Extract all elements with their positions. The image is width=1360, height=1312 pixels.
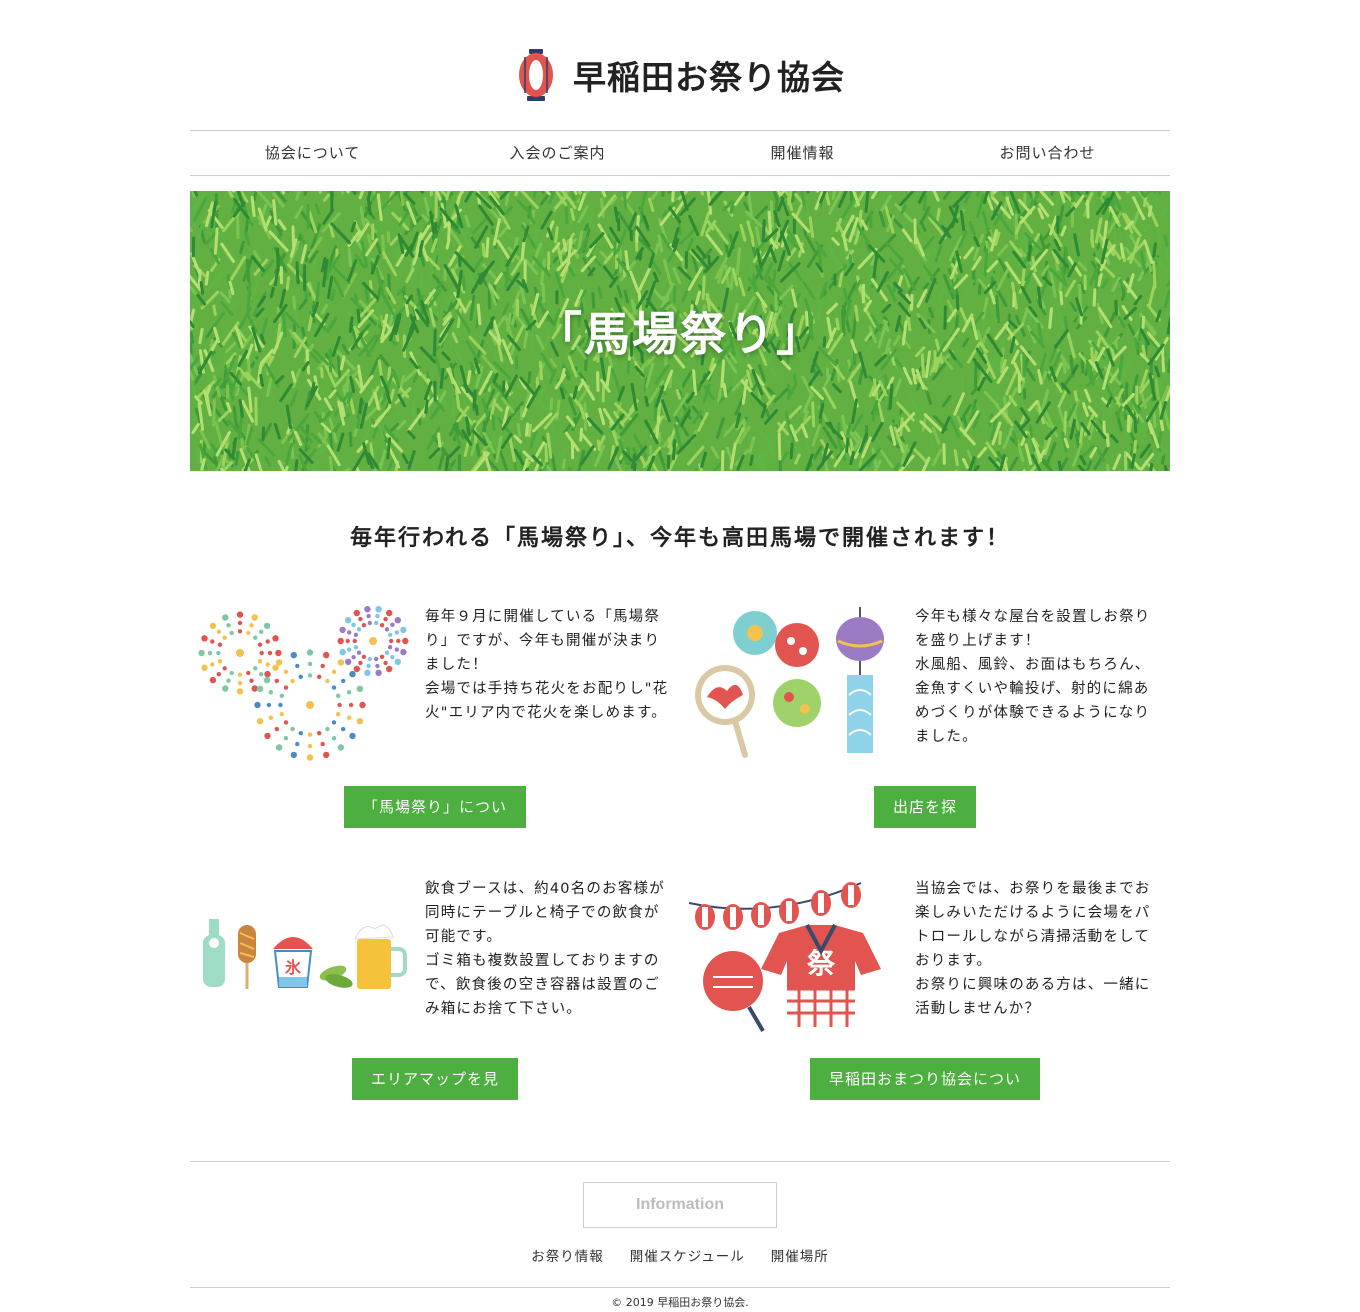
- about-festival-button[interactable]: 「馬場祭り」について: [344, 786, 526, 858]
- footer-link-schedule[interactable]: 開催スケジュール: [630, 1245, 745, 1265]
- site-header: 早稲田お祭り協会: [0, 40, 1360, 110]
- feature-text: お祭りに興味のある方は、一緒に活動しませんか？: [915, 977, 1151, 1017]
- footer-divider: [190, 1287, 1170, 1288]
- fireworks-icon: [198, 606, 409, 761]
- footer-link-venue[interactable]: 開催場所: [771, 1245, 829, 1265]
- feature-text: 当協会では、お祭りを最後までお楽しみいただけるように会場をパトロールしながら清掃…: [915, 881, 1151, 969]
- yoyo-balloons-icon: [695, 607, 884, 758]
- happi-lantern-icon: 祭: [688, 882, 881, 1033]
- site-title: 早稲田お祭り協会: [573, 58, 845, 97]
- lantern-logo-icon: [519, 49, 553, 101]
- footer-links: お祭り情報 開催スケジュール 開催場所: [0, 1245, 1360, 1265]
- feature-description: 今年も様々な屋台を設置しお祭りを盛り上げます！ 水風船、風鈴、お面はもちろん、金…: [915, 605, 1165, 749]
- copyright: © 2019 早稲田お祭り協会.: [611, 1296, 749, 1309]
- nav-item-about[interactable]: 協会について: [190, 131, 435, 175]
- feature-description: 当協会では、お祭りを最後までお楽しみいただけるように会場をパトロールしながら清掃…: [915, 877, 1165, 1021]
- festival-food-icon: 氷: [203, 919, 407, 989]
- feature-text: 今年も様々な屋台を設置しお祭りを盛り上げます！: [915, 609, 1151, 649]
- feature-text: ゴミ箱も複数設置しておりますので、飲食後の空き容器は設置のごみ箱にお捨て下さい。: [425, 953, 660, 1017]
- feature-text: 水風船、風鈴、お面はもちろん、金魚すくいや輪投げ、射的に綿あめづくりが体験できる…: [915, 657, 1151, 745]
- about-association-button[interactable]: 早稲田おまつり協会について: [810, 1058, 1040, 1130]
- nav-item-contact[interactable]: お問い合わせ: [925, 131, 1170, 175]
- footer-divider: [190, 1161, 1170, 1162]
- feature-description: 飲食ブースは、約40名のお客様が同時にテーブルと椅子での飲食が可能です。 ゴミ箱…: [425, 877, 675, 1021]
- hero-banner: 「馬場祭り」: [190, 191, 1170, 471]
- hero-title: 「馬場祭り」: [536, 307, 824, 361]
- find-stalls-button[interactable]: 出店を探す: [874, 786, 976, 858]
- nav-item-membership[interactable]: 入会のご案内: [435, 131, 680, 175]
- area-map-button[interactable]: エリアマップを見る: [352, 1058, 518, 1130]
- information-heading: Information: [583, 1182, 777, 1228]
- feature-text: 飲食ブースは、約40名のお客様が同時にテーブルと椅子での飲食が可能です。: [425, 881, 665, 945]
- lead-heading: 毎年行われる「馬場祭り」、今年も高田馬場で開催されます！: [350, 526, 1010, 551]
- footer-link-festival-info[interactable]: お祭り情報: [531, 1245, 604, 1265]
- feature-description: 毎年９月に開催している「馬場祭り」ですが、今年も開催が決まりました！ 会場では手…: [425, 605, 675, 725]
- svg-text:氷: 氷: [285, 958, 302, 977]
- feature-text: 会場では手持ち花火をお配りし"花火"エリア内で花火を楽しめます。: [425, 681, 669, 721]
- main-nav: 協会について 入会のご案内 開催情報 お問い合わせ: [190, 130, 1170, 176]
- nav-item-event-info[interactable]: 開催情報: [680, 131, 925, 175]
- feature-text: 毎年９月に開催している「馬場祭り」ですが、今年も開催が決まりました！: [425, 609, 661, 673]
